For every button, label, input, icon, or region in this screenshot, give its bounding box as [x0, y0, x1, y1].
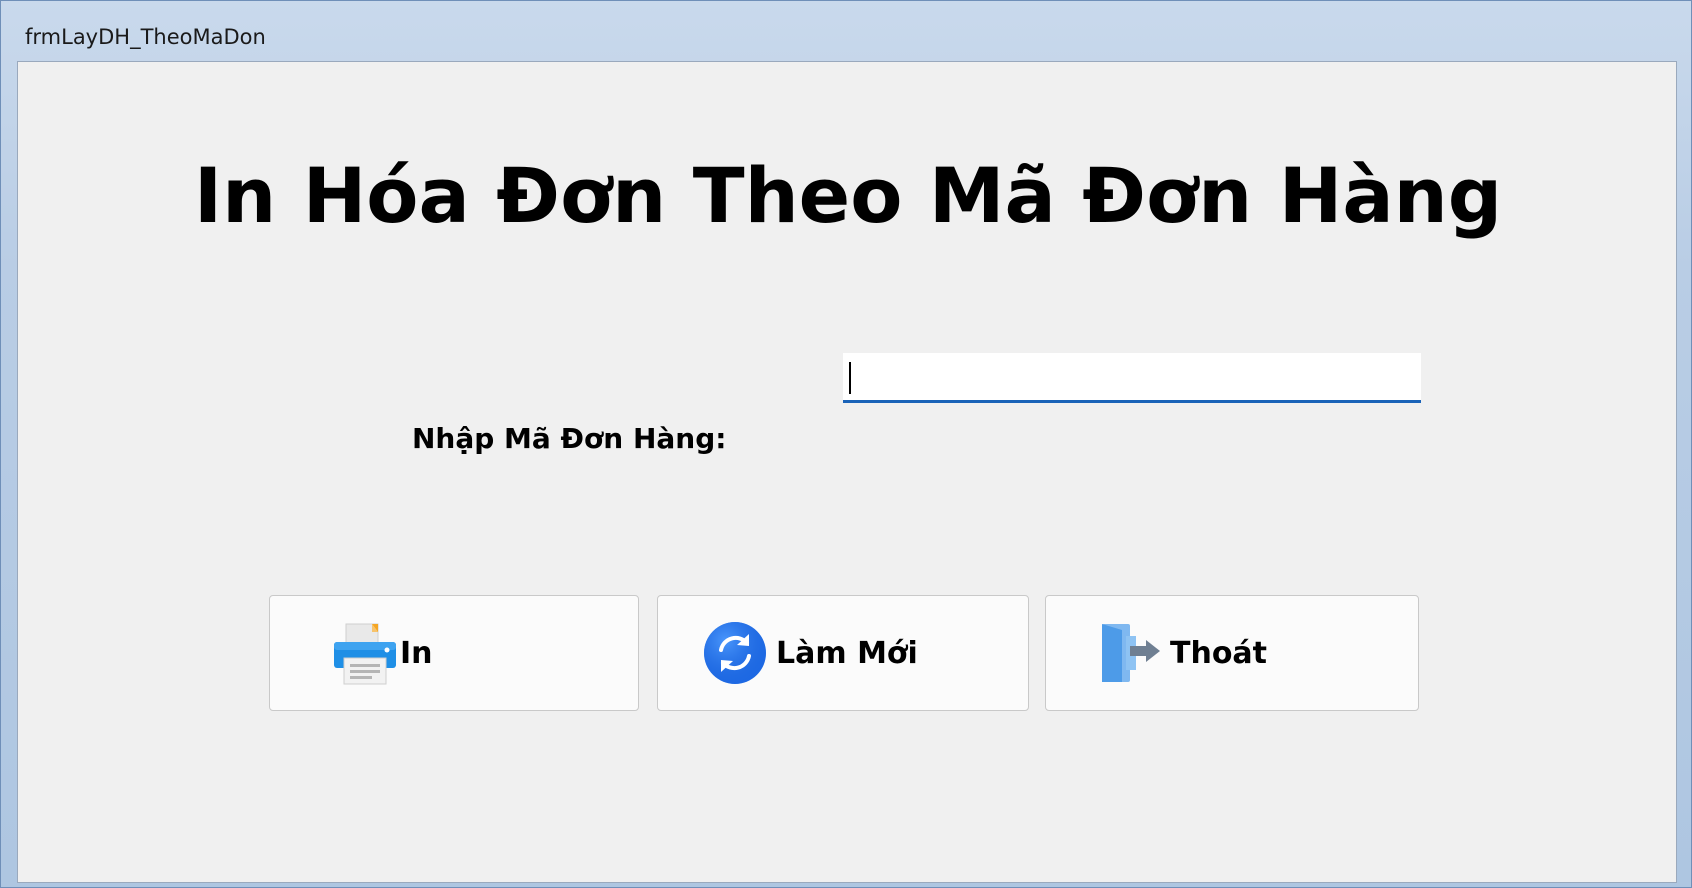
title-bar[interactable]: frmLayDH_TheoMaDon [1, 1, 1691, 61]
refresh-icon [702, 620, 768, 686]
order-code-label: Nhập Mã Đơn Hàng: [412, 422, 727, 455]
exit-door-icon [1096, 620, 1162, 686]
order-code-input[interactable] [843, 353, 1421, 403]
text-caret [849, 362, 851, 394]
form-client-area: In Hóa Đơn Theo Mã Đơn Hàng Nhập Mã Đơn … [17, 61, 1677, 883]
exit-button[interactable]: Thoát [1045, 595, 1419, 711]
exit-button-label: Thoát [1170, 636, 1268, 671]
print-button[interactable]: In [269, 595, 639, 711]
window-title: frmLayDH_TheoMaDon [25, 25, 266, 49]
refresh-button-label: Làm Mới [776, 636, 918, 671]
refresh-button[interactable]: Làm Mới [657, 595, 1029, 711]
app-window: frmLayDH_TheoMaDon In Hóa Đơn Theo Mã Đơ… [0, 0, 1692, 888]
print-button-label: In [400, 636, 433, 671]
page-title: In Hóa Đơn Theo Mã Đơn Hàng [193, 151, 1503, 240]
printer-icon [332, 620, 398, 686]
